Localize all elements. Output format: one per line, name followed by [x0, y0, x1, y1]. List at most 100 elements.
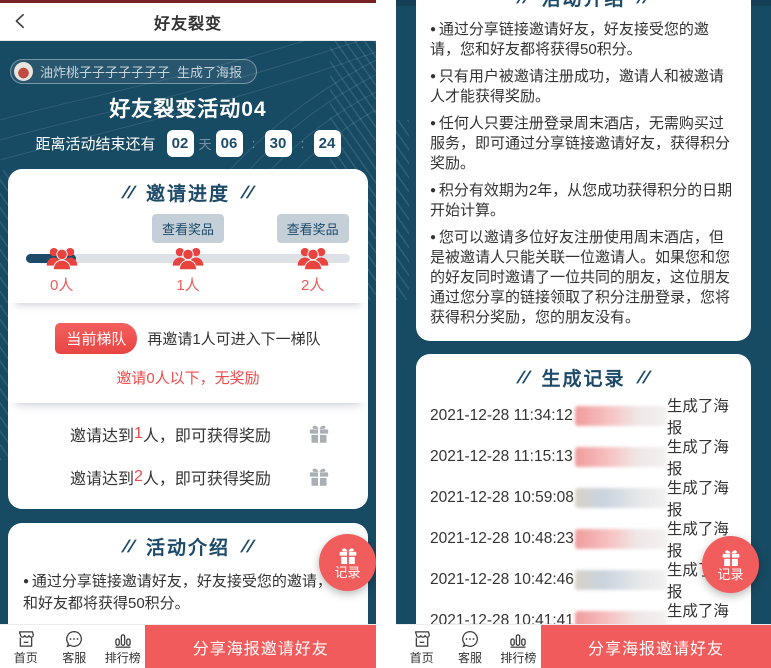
chat-icon [460, 629, 480, 649]
view-prize-button-1[interactable]: 查看奖品 [152, 214, 224, 243]
poster-notice-marquee: 油炸桃子子子子子子子 生成了海报 [10, 59, 257, 84]
activity-title: 好友裂变活动04 [0, 93, 376, 123]
bottom-nav: 首页 客服 排行榜 分享海报邀请好友 [0, 624, 376, 668]
countdown-label: 距离活动结束还有 [35, 133, 155, 154]
current-tier-badge: 当前梯队 [55, 323, 137, 354]
gift-icon [338, 546, 358, 566]
nav-item-home[interactable]: 首页 [3, 625, 48, 668]
app-header: 好友裂变 [0, 3, 376, 41]
intro-bullet: 只有用户被邀请注册成功，邀请人和被邀请人才能获得奖励。 [430, 67, 737, 107]
title-slashes: // [516, 0, 532, 8]
notice-action: 生成了海报 [177, 62, 242, 81]
share-poster-button[interactable]: 分享海报邀请好友 [145, 625, 376, 668]
record-time: 2021-12-28 11:15:13 [430, 448, 575, 466]
back-button[interactable] [10, 11, 32, 33]
title-slashes: // [240, 537, 256, 557]
nav-item-ranking[interactable]: 排行榜 [100, 625, 145, 668]
progress-section: // 邀请进度 // 查看奖品 查看奖品 0人 1人 [8, 169, 368, 303]
countdown-seconds: 24 [314, 130, 341, 157]
gift-icon [308, 466, 330, 488]
records-float-label: 记录 [717, 568, 743, 582]
page-title: 好友裂变 [154, 10, 222, 34]
people-group-icon [294, 244, 331, 271]
section-title-activity-intro: // 活动介绍 // [416, 0, 751, 11]
two-screen-composite: 好友裂变 油炸桃子子子子子子子 生成了海报 好友裂变活动04 [0, 0, 771, 668]
title-slashes: // [516, 368, 532, 388]
hatch-decoration [396, 120, 409, 300]
blurred-username [575, 570, 667, 590]
milestone-labels: 0人 1人 2人 [24, 274, 352, 293]
section-title-activity-intro: // 活动介绍 // [8, 523, 368, 560]
record-action: 生成了海报 [667, 476, 737, 520]
invite-progress-card: // 邀请进度 // 查看奖品 查看奖品 0人 1人 [8, 169, 368, 509]
countdown-hours: 06 [216, 130, 243, 157]
bar-chart-icon [113, 629, 133, 649]
back-chevron-icon [11, 11, 31, 31]
chat-icon [64, 629, 84, 649]
intro-bullet: 您可以邀请多位好友注册使用周末酒店，但是被邀请人只能关联一位邀请人。如果您和您的… [430, 228, 737, 328]
blurred-username [575, 447, 667, 467]
intro-bullet: 通过分享链接邀请好友，好友接受您的邀请，您和好友都将获得50积分。 [430, 20, 737, 60]
gift-icon [308, 423, 330, 445]
record-row: 2021-12-28 11:34:12 生成了海报 [430, 395, 737, 436]
record-time: 2021-12-28 10:48:23 [430, 530, 575, 548]
countdown-colon: : [297, 136, 309, 151]
records-float-label: 记录 [334, 566, 360, 580]
screen-left: 好友裂变 油炸桃子子子子子子子 生成了海报 好友裂变活动04 [0, 0, 376, 668]
people-group-icon [43, 244, 80, 271]
nav-item-service[interactable]: 客服 [51, 625, 96, 668]
record-time: 2021-12-28 10:59:08 [430, 489, 575, 507]
intro-bullet: 任何人只要注册登录周末酒店，无需购买过服务，即可通过分享链接邀请好友，获得积分奖… [430, 114, 737, 174]
record-time: 2021-12-28 11:34:12 [430, 407, 575, 425]
title-slashes: // [120, 183, 136, 203]
records-float-button[interactable]: 记录 [702, 536, 759, 593]
bar-chart-icon [508, 629, 528, 649]
reward-row-2: 邀请达到2人，即可获得奖励 [8, 465, 368, 509]
activity-intro-card: // 活动介绍 // 通过分享链接邀请好友，好友接受您的邀请，您和好友都将获得5… [416, 0, 751, 341]
intro-bullet: 积分有效期为2年，从您成功获得积分的日期开始计算。 [430, 181, 737, 221]
people-group-icon [170, 244, 207, 271]
share-poster-button[interactable]: 分享海报邀请好友 [541, 625, 771, 668]
nav-item-home[interactable]: 首页 [399, 625, 444, 668]
milestone-0: 0人 [50, 274, 73, 295]
section-title-generation-records: // 生成记录 // [416, 354, 751, 391]
title-slashes: // [635, 368, 651, 388]
reward-row-1: 邀请达到1人，即可获得奖励 [8, 422, 368, 446]
record-action: 生成了海报 [667, 394, 737, 438]
records-float-button[interactable]: 记录 [319, 534, 376, 591]
record-row: 2021-12-28 10:59:08 生成了海报 [430, 477, 737, 518]
intro-bullet: 通过分享链接邀请好友，好友接受您的邀请，您和好友都将获得50积分。 [23, 571, 353, 615]
prize-button-row: 查看奖品 查看奖品 [24, 214, 352, 240]
tier-hint-text: 再邀请1人可进入下一梯队 [147, 328, 320, 349]
record-row: 2021-12-28 10:48:23 生成了海报 [430, 518, 737, 559]
shop-icon [412, 629, 432, 649]
bottom-nav: 首页 客服 排行榜 分享海报邀请好友 [396, 624, 771, 668]
shop-icon [16, 629, 36, 649]
gift-icon [721, 548, 741, 568]
countdown-days: 02 [167, 130, 194, 157]
generation-records-card: // 生成记录 // 2021-12-28 11:34:12 生成了海报 202… [416, 354, 751, 657]
blurred-username [575, 529, 667, 549]
nav-item-ranking[interactable]: 排行榜 [496, 625, 541, 668]
hero-banner: 油炸桃子子子子子子子 生成了海报 好友裂变活动04 距离活动结束还有 02 天 … [0, 41, 376, 169]
title-slashes: // [240, 183, 256, 203]
avatar [14, 62, 33, 81]
screen-right: // 活动介绍 // 通过分享链接邀请好友，好友接受您的邀请，您和好友都将获得5… [396, 0, 771, 668]
record-row: 2021-12-28 10:42:46 生成了海报 [430, 559, 737, 600]
countdown-day-unit: 天 [199, 134, 211, 153]
nav-item-service[interactable]: 客服 [447, 625, 492, 668]
title-slashes: // [120, 537, 136, 557]
milestone-1: 1人 [176, 274, 199, 295]
section-title-invite-progress: // 邀请进度 // [8, 169, 368, 206]
record-action: 生成了海报 [667, 435, 737, 479]
notice-name: 油炸桃子子子子子子子 [40, 62, 170, 81]
no-reward-text: 邀请0人以下，无奖励 [8, 367, 368, 388]
intro-bullets: 通过分享链接邀请好友，好友接受您的邀请，您和好友都将获得50积分。 只有用户被邀… [416, 11, 751, 341]
progress-track [24, 243, 352, 272]
records-list: 2021-12-28 11:34:12 生成了海报 2021-12-28 11:… [416, 391, 751, 641]
tier-section: 当前梯队 再邀请1人可进入下一梯队 邀请0人以下，无奖励 [8, 303, 368, 403]
view-prize-button-2[interactable]: 查看奖品 [277, 214, 349, 243]
milestone-2: 2人 [301, 274, 324, 295]
record-time: 2021-12-28 10:42:46 [430, 571, 575, 589]
countdown: 距离活动结束还有 02 天 06 : 30 : 24 [0, 130, 376, 157]
